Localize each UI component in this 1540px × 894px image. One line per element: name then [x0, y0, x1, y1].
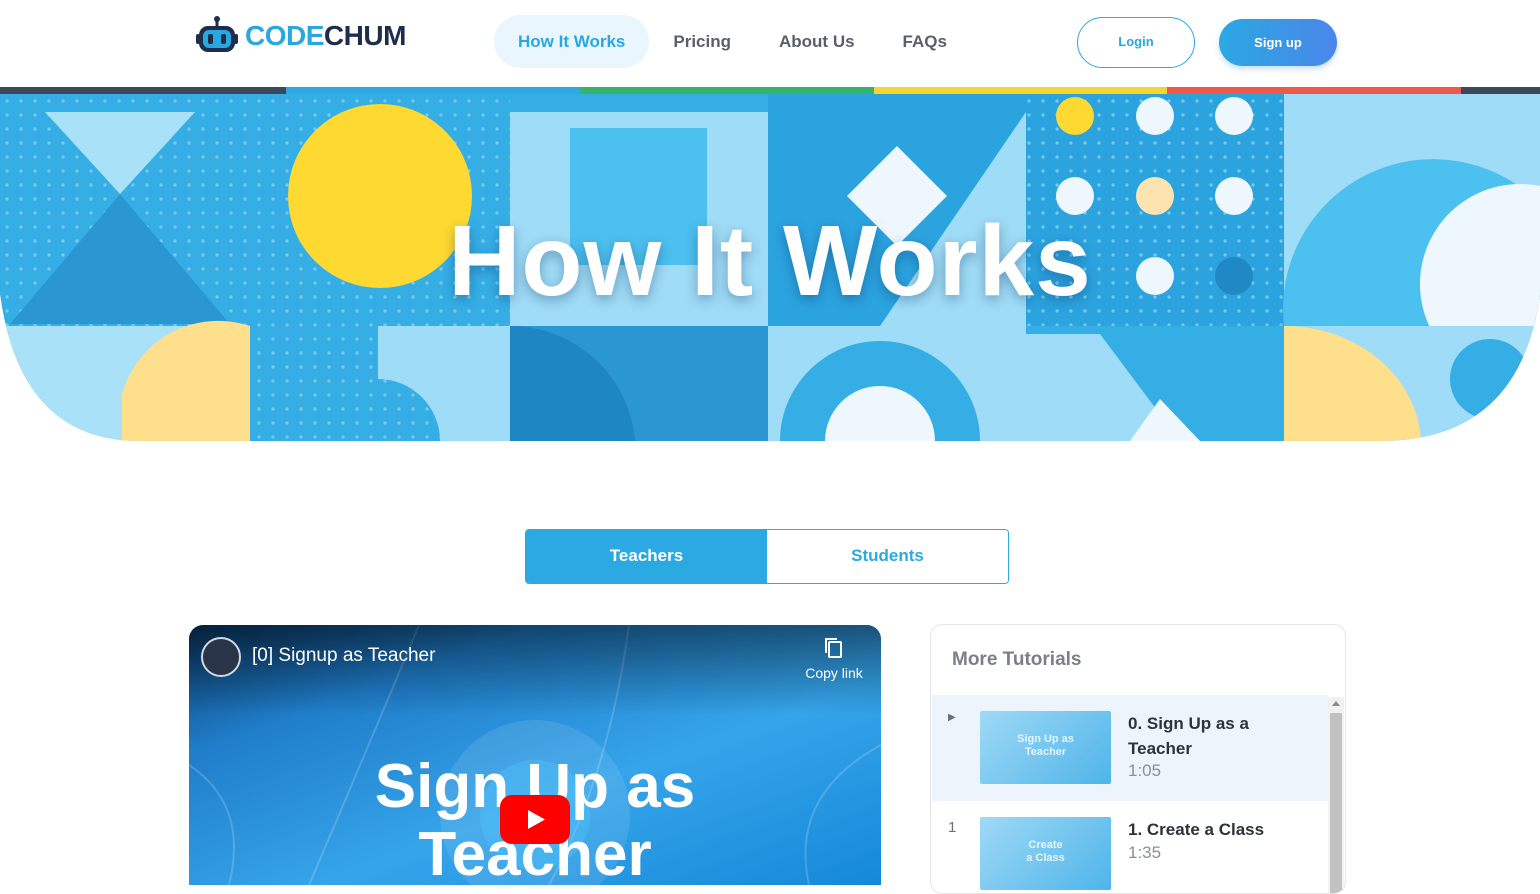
tutorial-thumbnail: Sign Up as Teacher	[980, 711, 1111, 784]
more-tutorials-heading: More Tutorials	[952, 649, 1082, 670]
tutorial-item[interactable]: ▶ Sign Up as Teacher 0. Sign Up as a Tea…	[932, 695, 1328, 801]
color-stripe-dark-right	[1461, 87, 1540, 94]
logo-text-code: CODE	[245, 20, 324, 51]
tutorial-duration: 1:05	[1128, 761, 1162, 780]
logo-text-chum: CHUM	[323, 20, 407, 51]
tutorial-thumbnail: Create a Class	[980, 817, 1111, 890]
thumb-text-line2: a Class	[1026, 852, 1065, 864]
copy-link-label: Copy link	[805, 665, 863, 681]
video-top-overlay	[189, 625, 881, 715]
play-triangle-icon	[528, 810, 545, 829]
tutorial-thumbnail-text: Sign Up as Teacher	[980, 733, 1111, 759]
tutorial-index: 1	[948, 819, 957, 836]
logo-wordmark: CODECHUM	[245, 20, 406, 52]
robot-head-icon	[196, 16, 238, 52]
tutorials-scrollbar[interactable]	[1328, 697, 1344, 893]
hero-banner: How It Works	[0, 94, 1540, 441]
copy-icon	[825, 638, 842, 658]
color-stripe-blue	[286, 87, 580, 94]
thumb-text-line2: Teacher	[1024, 746, 1067, 758]
login-button[interactable]: Login	[1077, 17, 1195, 68]
thumb-text-line1: Sign Up as	[1017, 733, 1074, 745]
tutorial-duration: 1:35	[1128, 843, 1162, 862]
scrollbar-thumb[interactable]	[1330, 713, 1342, 893]
color-stripe-red	[1167, 87, 1461, 94]
color-stripe-yellow	[874, 87, 1167, 94]
tutorial-title: 1. Create a Class	[1128, 820, 1265, 839]
video-title[interactable]: [0] Signup as Teacher	[252, 645, 435, 667]
tab-students[interactable]: Students	[767, 530, 1008, 583]
nav-how-it-works[interactable]: How It Works	[494, 15, 650, 68]
tutorial-item[interactable]: 1 Create a Class 1. Create a Class 1:35	[932, 801, 1328, 893]
color-stripe-green	[580, 87, 874, 94]
nav-faqs[interactable]: FAQs	[879, 15, 971, 68]
tab-teachers[interactable]: Teachers	[526, 530, 767, 583]
site-header: CODECHUM How It Works Pricing About Us F…	[0, 0, 1540, 87]
video-player[interactable]: [0] Signup as Teacher Copy link Sign Up …	[189, 625, 881, 885]
more-tutorials-panel: More Tutorials ▶ Sign Up as Teacher 0. S…	[930, 624, 1346, 894]
hero-title: How It Works	[448, 205, 1092, 317]
nav-pricing[interactable]: Pricing	[649, 15, 755, 68]
role-tabs: Teachers Students	[525, 529, 1009, 584]
color-stripe-dark-left	[0, 87, 286, 94]
codechum-logo[interactable]: CODECHUM	[195, 14, 406, 58]
scroll-up-arrow-icon[interactable]	[1332, 701, 1340, 706]
tutorial-title: 0. Sign Up as a Teacher	[1128, 714, 1249, 758]
now-playing-icon: ▶	[948, 712, 956, 723]
nav-about-us[interactable]: About Us	[755, 15, 879, 68]
main-nav: How It Works Pricing About Us FAQs	[494, 15, 971, 68]
signup-button[interactable]: Sign up	[1219, 19, 1337, 66]
tutorial-thumbnail-text: Create a Class	[980, 839, 1111, 865]
copy-link-button[interactable]: Copy link	[794, 637, 874, 681]
channel-avatar[interactable]	[201, 637, 241, 677]
thumb-text-line1: Create	[1028, 839, 1063, 851]
youtube-play-icon[interactable]	[500, 795, 570, 844]
